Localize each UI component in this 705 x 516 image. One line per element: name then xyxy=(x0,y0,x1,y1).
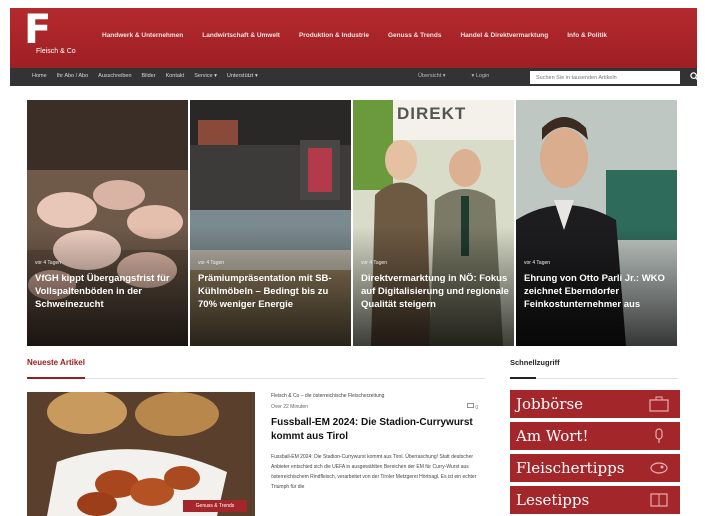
search-input[interactable] xyxy=(530,71,680,84)
hero-tile[interactable]: vor 4 Tagen Prämiumpräsentation mit SB-K… xyxy=(190,100,351,346)
main-nav-item[interactable]: Produktion & Industrie xyxy=(299,32,369,39)
store-sign: DIREKT xyxy=(397,104,467,123)
quick-link-am-wort[interactable]: Am Wort! xyxy=(510,422,680,450)
sub-nav-item[interactable]: Bilder xyxy=(142,73,156,79)
comment-count-value: 0 xyxy=(475,405,479,411)
quick-link-lesetipps[interactable]: Lesetipps xyxy=(510,486,680,514)
quick-link-fleischertipps[interactable]: Fleischertipps xyxy=(510,454,680,482)
tile-meta: vor 4 Tagen xyxy=(524,260,551,266)
sub-nav-item[interactable]: Ausschreiben xyxy=(98,73,131,79)
main-nav-item[interactable]: Handel & Direktvermarktung xyxy=(460,32,548,39)
tile-title[interactable]: Direktvermarktung in NÖ: Fokus auf Digit… xyxy=(361,272,511,311)
article-excerpt: Fussball-EM 2024: Die Stadion-Currywurst… xyxy=(271,454,477,490)
sub-nav-item[interactable]: Unterstützt ▾ xyxy=(227,73,258,79)
quick-link-label: Fleischertipps xyxy=(516,459,625,477)
tile-title[interactable]: VfGH kippt Übergangsfrist für Vollspalte… xyxy=(35,272,185,311)
microphone-icon xyxy=(655,428,663,443)
quick-link-label: Lesetipps xyxy=(516,491,590,509)
sidebar-title: Schnellzugriff xyxy=(510,358,560,367)
tile-meta: vor 4 Tagen xyxy=(361,260,388,266)
sidebar-divider-accent xyxy=(510,377,536,379)
briefcase-icon xyxy=(649,396,669,412)
quick-link-label: Jobbörse xyxy=(516,395,584,413)
comment-icon xyxy=(467,403,474,408)
meat-icon xyxy=(650,462,668,474)
article-time: Over 22 Minuten xyxy=(271,404,308,410)
sub-nav-item[interactable]: Kontakt xyxy=(166,73,185,79)
sub-nav-item[interactable]: Service ▾ xyxy=(194,73,217,79)
main-nav: Handwerk & Unternehmen Landwirtschaft & … xyxy=(102,32,626,39)
section-divider xyxy=(27,378,485,379)
main-nav-item[interactable]: Genuss & Trends xyxy=(388,32,441,39)
hero-tile[interactable]: DIREKT vor 4 Tagen Direktvermarktung in … xyxy=(353,100,514,346)
article-category-badge[interactable]: Genuss & Trends xyxy=(183,500,247,512)
site-header: F Fleisch & Co Handwerk & Unternehmen La… xyxy=(10,8,697,68)
overview-dropdown[interactable]: Übersicht ▾ xyxy=(418,73,446,79)
page: F Fleisch & Co Handwerk & Unternehmen La… xyxy=(0,0,705,516)
tile-title[interactable]: Ehrung von Otto Parli Jr.: WKO zeichnet … xyxy=(524,272,674,311)
logo-letter: F xyxy=(24,7,52,53)
login-link[interactable]: ▾ Login xyxy=(472,73,490,79)
sub-nav-item[interactable]: Home xyxy=(32,73,47,79)
search-icon[interactable] xyxy=(690,72,699,81)
logo-text: Fleisch & Co xyxy=(36,48,76,55)
main-nav-item[interactable]: Info & Politik xyxy=(567,32,607,39)
article-comment-count: 0 xyxy=(467,403,478,411)
currywurst-image xyxy=(27,392,255,516)
tile-meta: vor 4 Tagen xyxy=(35,260,62,266)
hero-grid: vor 4 Tagen VfGH kippt Übergangsfrist fü… xyxy=(27,100,679,346)
sub-nav-bar: Home Ihr Abo / Abo Ausschreiben Bilder K… xyxy=(10,68,699,86)
quick-link-label: Am Wort! xyxy=(516,427,589,445)
account-links: Übersicht ▾ ▾ Login xyxy=(418,73,515,79)
main-nav-item[interactable]: Landwirtschaft & Umwelt xyxy=(202,32,280,39)
tile-title[interactable]: Prämiumpräsentation mit SB-Kühlmöbeln – … xyxy=(198,272,348,311)
article-title[interactable]: Fussball-EM 2024: Die Stadion-Currywurst… xyxy=(271,416,481,444)
site-logo[interactable]: F Fleisch & Co xyxy=(24,10,82,62)
hero-tile[interactable]: vor 4 Tagen VfGH kippt Übergangsfrist fü… xyxy=(27,100,188,346)
quick-link-jobboerse[interactable]: Jobbörse xyxy=(510,390,680,418)
section-title: Neueste Artikel xyxy=(27,358,85,367)
book-icon xyxy=(650,493,668,507)
sub-nav-item[interactable]: Ihr Abo / Abo xyxy=(57,73,89,79)
sub-nav: Home Ihr Abo / Abo Ausschreiben Bilder K… xyxy=(32,73,268,79)
article-image[interactable] xyxy=(27,392,255,516)
tile-meta: vor 4 Tagen xyxy=(198,260,225,266)
hero-tile[interactable]: vor 4 Tagen Ehrung von Otto Parli Jr.: W… xyxy=(516,100,677,346)
section-divider-accent xyxy=(27,377,85,379)
article-source: Fleisch & Co – die österreichische Fleis… xyxy=(271,393,385,399)
main-nav-item[interactable]: Handwerk & Unternehmen xyxy=(102,32,183,39)
